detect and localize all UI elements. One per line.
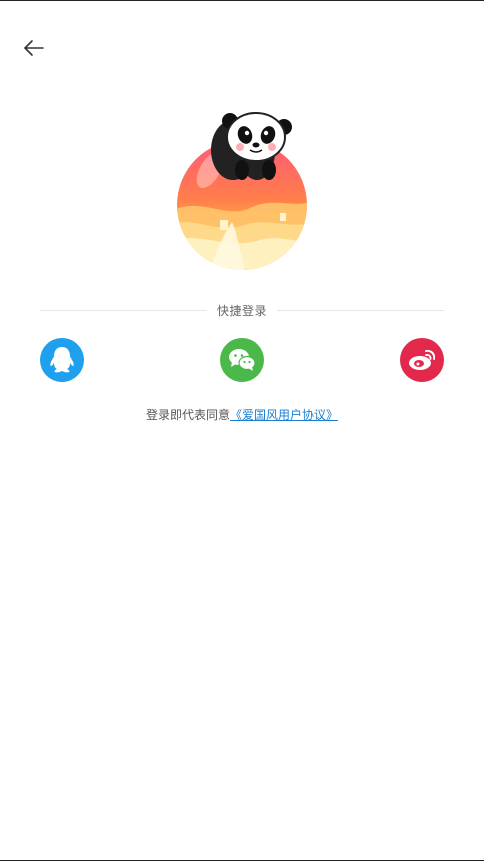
back-button[interactable] bbox=[20, 34, 48, 62]
quick-login-divider: 快捷登录 bbox=[40, 300, 445, 320]
qq-login-button[interactable] bbox=[40, 338, 84, 382]
panda-logo-icon bbox=[177, 112, 307, 270]
top-border bbox=[0, 0, 484, 1]
bottom-border bbox=[0, 860, 484, 861]
user-agreement-link[interactable]: 《爱国风用户协议》 bbox=[230, 408, 338, 422]
weibo-login-button[interactable] bbox=[400, 338, 444, 382]
wechat-icon bbox=[229, 349, 256, 371]
agreement-text: 登录即代表同意《爱国风用户协议》 bbox=[0, 406, 484, 423]
qq-penguin-icon bbox=[50, 347, 74, 373]
weibo-icon bbox=[409, 349, 436, 370]
wechat-login-button[interactable] bbox=[220, 338, 264, 382]
quick-login-label: 快捷登录 bbox=[217, 303, 268, 318]
arrow-left-icon bbox=[24, 40, 44, 56]
app-logo bbox=[170, 100, 315, 275]
agreement-prefix: 登录即代表同意 bbox=[145, 408, 230, 422]
divider-line-left bbox=[40, 309, 207, 311]
divider-line-right bbox=[277, 309, 445, 311]
